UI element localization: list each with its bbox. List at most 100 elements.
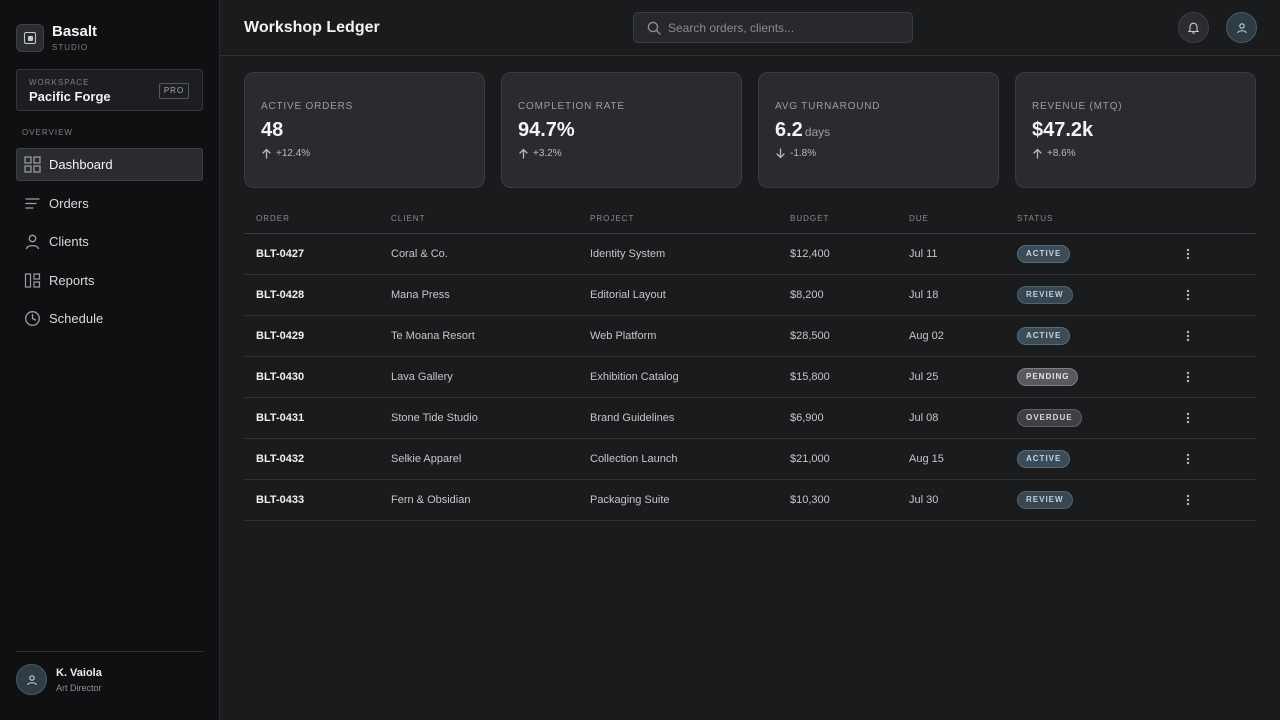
user-profile[interactable]: K. Vaiola Art Director — [16, 664, 102, 695]
basalt-logo-icon — [16, 24, 44, 52]
workspace-label: WORKSPACE — [29, 78, 90, 87]
search-input[interactable] — [668, 20, 898, 35]
brand[interactable]: Basalt STUDIO — [16, 24, 97, 52]
project-name: Packaging Suite — [590, 494, 670, 506]
project-name: Editorial Layout — [590, 289, 666, 301]
workspace-switcher[interactable]: WORKSPACE Pacific Forge PRO — [16, 69, 203, 111]
order-id: BLT-0431 — [256, 412, 305, 424]
column-header-budget[interactable]: BUDGET — [790, 214, 829, 223]
row-actions-button[interactable] — [1183, 287, 1193, 303]
row-actions-button[interactable] — [1183, 451, 1193, 467]
avatar[interactable] — [16, 664, 47, 695]
stat-card-completion-rate: COMPLETION RATE 94.7% +3.2% — [501, 72, 742, 188]
project-name: Exhibition Catalog — [590, 371, 679, 383]
row-actions-button[interactable] — [1183, 492, 1193, 508]
search-icon — [647, 21, 661, 35]
column-header-order[interactable]: ORDER — [256, 214, 290, 223]
person-icon — [25, 234, 40, 250]
row-actions-button[interactable] — [1183, 328, 1193, 344]
table-row[interactable]: BLT-0429 Te Moana Resort Web Platform $28,5… — [244, 316, 1256, 357]
client-name: Stone Tide Studio — [391, 412, 478, 424]
nav-section-label: OVERVIEW — [22, 128, 73, 137]
stat-delta-value: -1.8% — [790, 148, 817, 159]
column-header-client[interactable]: CLIENT — [391, 214, 425, 223]
user-name: K. Vaiola — [56, 666, 102, 679]
order-id: BLT-0433 — [256, 494, 305, 506]
sidebar-item-dashboard[interactable]: Dashboard — [16, 148, 203, 181]
client-name: Te Moana Resort — [391, 330, 475, 342]
due-date: Jul 11 — [909, 248, 938, 260]
budget-value: $21,000 — [790, 453, 830, 465]
table-body: BLT-0427 Coral & Co. Identity System $12,40… — [244, 234, 1256, 521]
list-icon — [25, 198, 40, 209]
row-actions-button[interactable] — [1183, 246, 1193, 262]
row-actions-button[interactable] — [1183, 410, 1193, 426]
stat-card-active-orders: ACTIVE ORDERS 48 +12.4% — [244, 72, 485, 188]
stat-card-avg-turnaround: AVG TURNAROUND 6.2 days -1.8% — [758, 72, 999, 188]
arrow-down-icon — [776, 148, 785, 159]
plan-badge: PRO — [159, 83, 189, 99]
project-name: Web Platform — [590, 330, 657, 342]
row-actions-button[interactable] — [1183, 369, 1193, 385]
status-badge: PENDING — [1017, 368, 1079, 386]
budget-value: $8,200 — [790, 289, 824, 301]
column-header-due[interactable]: DUE — [909, 214, 929, 223]
budget-value: $28,500 — [790, 330, 830, 342]
table-row[interactable]: BLT-0430 Lava Gallery Exhibition Catalog $1… — [244, 357, 1256, 398]
table-row[interactable]: BLT-0428 Mana Press Editorial Layout $8,200… — [244, 275, 1256, 316]
table-row[interactable]: BLT-0427 Coral & Co. Identity System $12,40… — [244, 234, 1256, 275]
stat-number: 6.2 — [775, 119, 803, 141]
budget-value: $6,900 — [790, 412, 824, 424]
due-date: Aug 15 — [909, 453, 944, 465]
more-vertical-icon — [1186, 453, 1190, 465]
arrow-up-icon — [262, 148, 271, 159]
stat-value: 48 — [261, 119, 285, 142]
sidebar-item-orders[interactable]: Orders — [16, 187, 203, 220]
budget-value: $12,400 — [790, 248, 830, 260]
stat-card-revenue: REVENUE (MTQ) $47.2k +8.6% — [1015, 72, 1256, 188]
stat-delta-value: +3.2% — [533, 148, 562, 159]
table-row[interactable]: BLT-0431 Stone Tide Studio Brand Guideline… — [244, 398, 1256, 439]
sidebar-item-reports[interactable]: Reports — [16, 264, 203, 297]
status-badge: ACTIVE — [1017, 245, 1071, 263]
brand-name: Basalt — [52, 23, 98, 40]
column-header-status[interactable]: STATUS — [1017, 214, 1053, 223]
sidebar-item-label: Orders — [49, 196, 89, 211]
order-id: BLT-0430 — [256, 371, 305, 383]
sidebar-item-label: Clients — [49, 234, 89, 249]
client-name: Lava Gallery — [391, 371, 453, 383]
stat-delta: +12.4% — [261, 148, 310, 159]
due-date: Jul 18 — [909, 289, 939, 301]
more-vertical-icon — [1186, 330, 1190, 342]
stat-value: 6.2 days — [775, 119, 830, 142]
project-name: Collection Launch — [590, 453, 678, 465]
clock-icon — [25, 311, 40, 326]
person-icon — [26, 674, 37, 685]
due-date: Jul 25 — [909, 371, 939, 383]
stat-delta: -1.8% — [775, 148, 816, 159]
sidebar-item-clients[interactable]: Clients — [16, 225, 203, 258]
status-badge: REVIEW — [1017, 491, 1073, 509]
stat-label: AVG TURNAROUND — [775, 101, 881, 112]
client-name: Coral & Co. — [391, 248, 448, 260]
top-bar: Workshop Ledger — [220, 0, 1280, 56]
sidebar-item-schedule[interactable]: Schedule — [16, 302, 203, 335]
search-box[interactable] — [633, 12, 913, 43]
stat-number: 94.7% — [518, 119, 575, 141]
table-row[interactable]: BLT-0433 Fern & Obsidian Packaging Suite $1… — [244, 480, 1256, 521]
budget-value: $15,800 — [790, 371, 830, 383]
column-header-project[interactable]: PROJECT — [590, 214, 634, 223]
table-row[interactable]: BLT-0432 Selkie Apparel Collection Launch $… — [244, 439, 1256, 480]
order-id: BLT-0429 — [256, 330, 305, 342]
more-vertical-icon — [1186, 494, 1190, 506]
order-id: BLT-0428 — [256, 289, 305, 301]
notifications-button[interactable] — [1178, 12, 1209, 43]
account-avatar-button[interactable] — [1226, 12, 1257, 43]
stat-value: 94.7% — [518, 119, 577, 142]
sidebar-divider — [16, 651, 203, 652]
stat-delta: +3.2% — [518, 148, 562, 159]
page-title: Workshop Ledger — [244, 19, 380, 36]
more-vertical-icon — [1186, 412, 1190, 424]
status-badge: REVIEW — [1017, 286, 1073, 304]
grid-icon — [24, 156, 41, 173]
